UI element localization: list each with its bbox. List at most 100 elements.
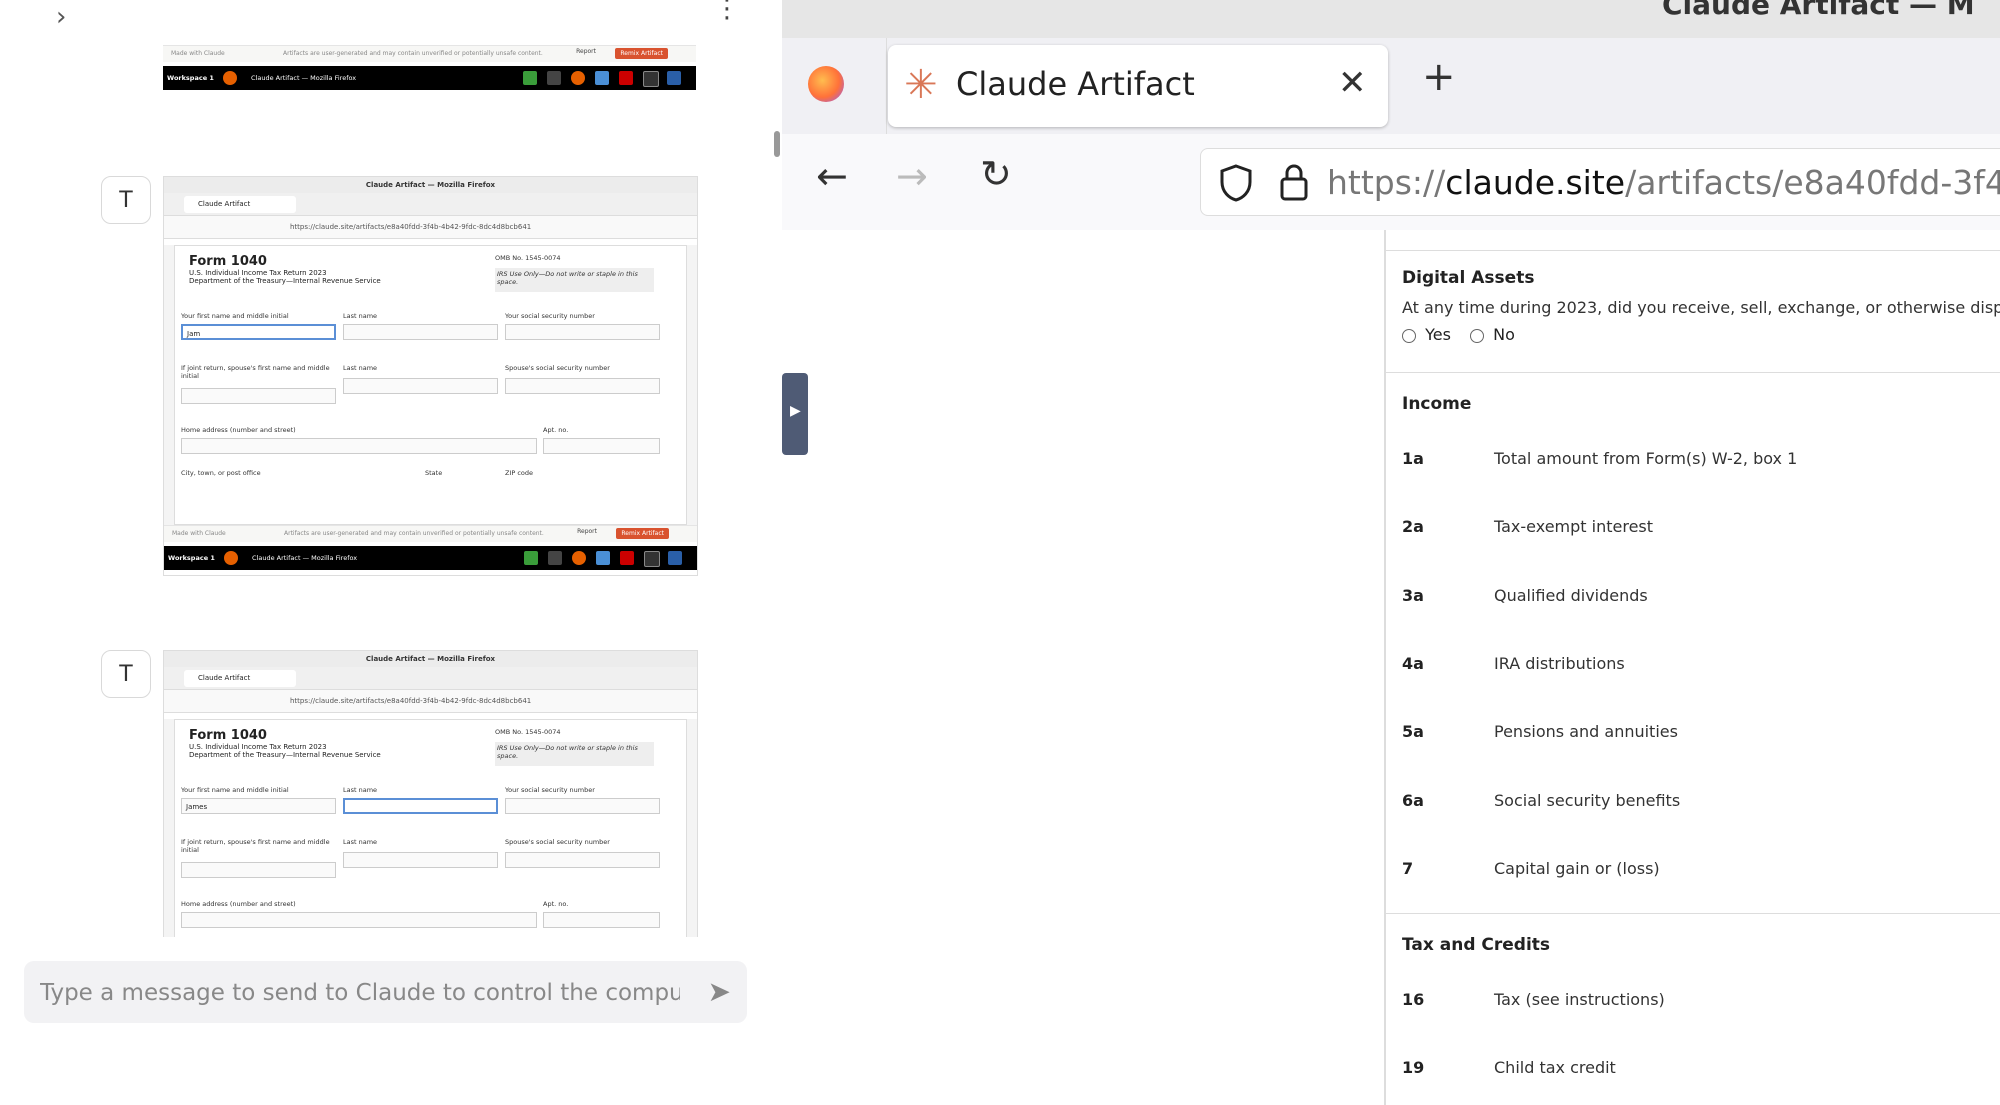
spouse-last-name-field <box>343 378 498 394</box>
line-label: Tax-exempt interest <box>1494 517 1654 537</box>
workspace-label: Workspace 1 <box>167 74 214 82</box>
image-viewer-icon <box>596 551 610 565</box>
label-spouse-ssn: Spouse's social security number <box>505 364 610 372</box>
line-label: Child tax credit <box>1494 1058 1616 1077</box>
irs-note: IRS Use Only—Do not write or staple in t… <box>495 742 654 766</box>
line-label: Capital gain or (loss) <box>1494 858 1660 878</box>
ssn-field <box>505 324 660 340</box>
line-number: 4a <box>1402 653 1424 673</box>
label-last-name: Last name <box>343 786 378 794</box>
form-title: Form 1040 <box>189 254 267 269</box>
digital-assets-question: At any time during 2023, did you receive… <box>1402 298 2000 317</box>
yes-radio[interactable] <box>1402 328 1416 343</box>
chevron-right-icon[interactable]: › <box>56 2 66 32</box>
no-radio[interactable] <box>1470 328 1485 343</box>
browser-window: Claude Artifact — M ✳ Claude Artifact ✕ … <box>782 0 2000 1105</box>
form-page: Form 1040 U.S. Individual Income Tax Ret… <box>164 245 697 525</box>
firefox-icon <box>223 71 237 85</box>
message-composer: ➤ <box>24 961 747 1023</box>
line-label: Social security benefits <box>1494 790 1681 810</box>
disclaimer-text: Artifacts are user-generated and may con… <box>284 530 544 537</box>
tab-title: Claude Artifact <box>956 65 1195 103</box>
last-name-field <box>343 798 498 814</box>
window-title: Claude Artifact — M <box>1662 0 1975 21</box>
remix-button: Remix Artifact <box>616 528 669 539</box>
spreadsheet-icon <box>523 71 537 85</box>
screenshot-2: Claude Artifact — Mozilla Firefox Claude… <box>163 650 698 937</box>
firefox-icon <box>572 551 586 565</box>
artifact-footer: Made with Claude Artifacts are user-gene… <box>163 45 696 62</box>
workspace-label: Workspace 1 <box>168 554 215 562</box>
back-icon[interactable]: ← <box>816 154 848 198</box>
window-titlebar: Claude Artifact — Mozilla Firefox <box>164 651 697 667</box>
chat-scrollbar[interactable] <box>774 131 780 157</box>
url-path: /artifacts/e8a40fdd-3f4b <box>1625 163 2000 202</box>
last-name-field <box>343 324 498 340</box>
section-divider <box>1386 230 2000 251</box>
firefox-icon[interactable] <box>808 66 844 102</box>
label-city: City, town, or post office <box>181 469 261 477</box>
made-with-label: Made with Claude <box>172 530 226 537</box>
line-label: Total amount from Form(s) W-2, box 1 <box>1494 449 1798 468</box>
spouse-ssn-field <box>505 378 660 394</box>
url-bar: https://claude.site/artifacts/e8a40fdd-3… <box>164 216 697 239</box>
shield-icon[interactable] <box>1219 164 1253 202</box>
terminal-icon <box>547 71 561 85</box>
reload-icon[interactable]: ↻ <box>980 152 1012 196</box>
url-prefix: https:// <box>1327 163 1446 202</box>
image-viewer-icon <box>595 71 609 85</box>
url-text: https://claude.site/artifacts/e8a40fdd-3… <box>1327 163 2000 202</box>
omb-number: OMB No. 1545-0074 <box>495 728 561 736</box>
yes-label: Yes <box>1425 325 1451 344</box>
url-bar[interactable]: https://claude.site/artifacts/e8a40fdd-3… <box>1200 148 2000 216</box>
window-titlebar: Claude Artifact — M <box>782 0 2000 38</box>
form-title: Form 1040 <box>189 728 267 743</box>
kebab-menu-icon[interactable]: ⋮ <box>714 0 740 24</box>
tab-strip: Claude Artifact <box>164 667 697 690</box>
tab-claude-artifact[interactable]: ✳ Claude Artifact ✕ <box>888 45 1388 127</box>
label-spouse-ssn: Spouse's social security number <box>505 838 610 846</box>
close-icon[interactable]: ✕ <box>1338 63 1367 103</box>
apt-field <box>543 438 660 454</box>
omb-number: OMB No. 1545-0074 <box>495 254 561 262</box>
line-label: IRA distributions <box>1494 653 1625 673</box>
panel-resize-handle[interactable]: ▶ <box>782 373 808 455</box>
tab-strip: Claude Artifact <box>164 193 697 216</box>
pdf-icon <box>619 71 633 85</box>
send-icon[interactable]: ➤ <box>708 975 731 1008</box>
taskbar-window-name: Claude Artifact — Mozilla Firefox <box>252 554 358 562</box>
label-spouse-last-name: Last name <box>343 364 378 372</box>
line-number: 1a <box>1402 449 1424 468</box>
line-number: 16 <box>1402 990 1425 1009</box>
page-content: Digital Assets At any time during 2023, … <box>782 230 2000 1105</box>
terminal-icon <box>548 551 562 565</box>
line-label: Pensions and annuities <box>1494 722 1678 742</box>
address-field <box>181 438 537 454</box>
label-apt: Apt. no. <box>543 426 569 434</box>
label-spouse-name: If joint return, spouse's first name and… <box>181 364 330 380</box>
line-label: Qualified dividends <box>1494 585 1648 605</box>
tab-strip: ✳ Claude Artifact ✕ + <box>782 38 2000 134</box>
form-1040: Form 1040 U.S. Individual Income Tax Ret… <box>174 719 687 937</box>
label-address: Home address (number and street) <box>181 900 296 908</box>
label-zip: ZIP code <box>505 469 534 477</box>
ssn-field <box>505 798 660 814</box>
line-number: 2a <box>1402 517 1424 537</box>
disclaimer-text: Artifacts are user-generated and may con… <box>283 50 543 57</box>
plus-icon[interactable]: + <box>1422 54 1456 100</box>
pdf-icon <box>620 551 634 565</box>
form-content: Digital Assets At any time during 2023, … <box>1402 268 2000 344</box>
firefox-icon <box>224 551 238 565</box>
message-input[interactable] <box>38 975 682 1011</box>
taskbar: Workspace 1 Claude Artifact — Mozilla Fi… <box>164 546 697 570</box>
label-ssn: Your social security number <box>505 786 595 794</box>
line-number: 6a <box>1402 790 1424 810</box>
address-field <box>181 912 537 928</box>
forward-icon[interactable]: → <box>896 154 928 198</box>
form-border-left <box>1384 230 1386 1105</box>
spouse-ssn-field <box>505 852 660 868</box>
artifact-footer: Made with Claude Artifacts are user-gene… <box>164 525 697 542</box>
lock-icon[interactable] <box>1279 162 1309 202</box>
url-text: https://claude.site/artifacts/e8a40fdd-3… <box>290 697 532 705</box>
editor-icon <box>644 551 660 567</box>
